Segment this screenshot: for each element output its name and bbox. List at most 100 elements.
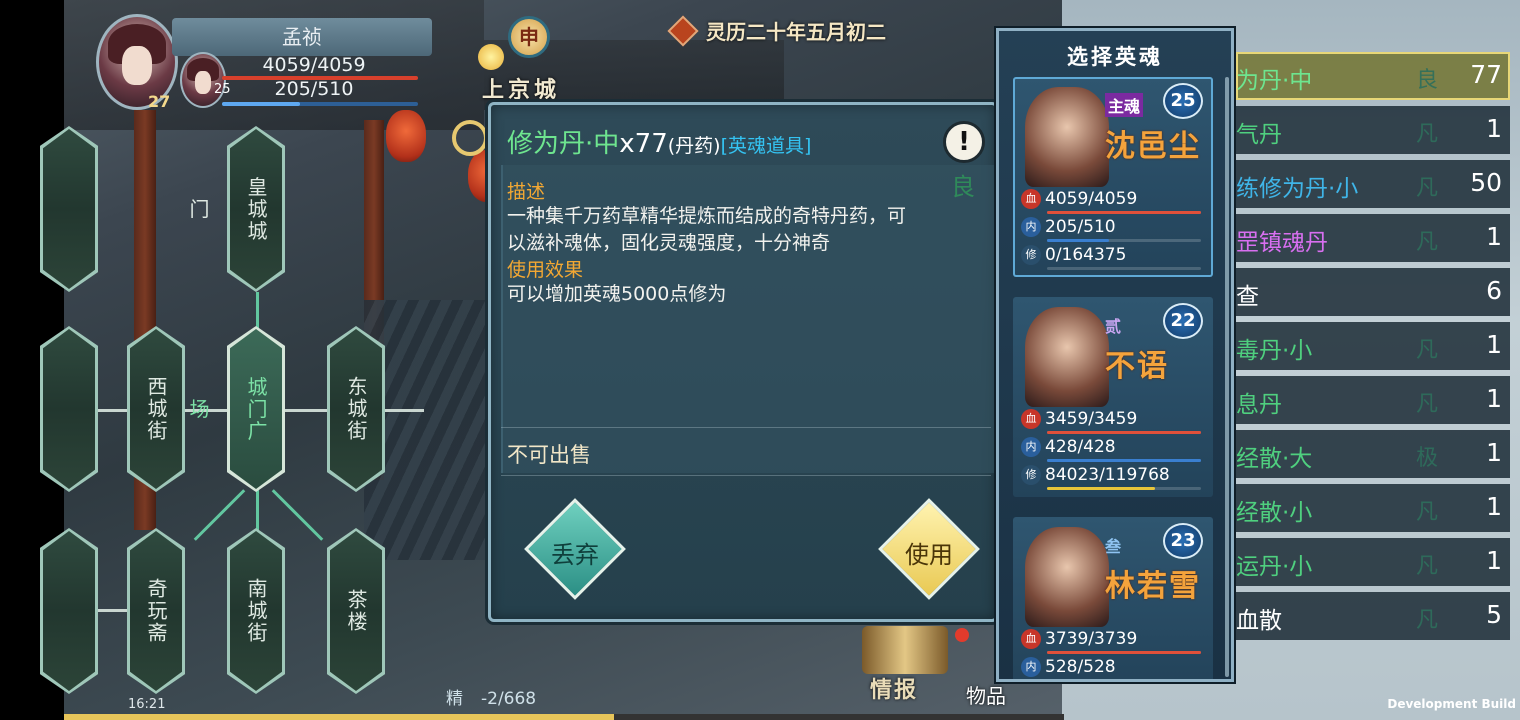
avatar-face [121,45,153,86]
hero-list-scrollbar[interactable] [1225,77,1229,677]
inventory-row[interactable]: 为丹·中 良 77 [1236,52,1510,100]
item-category: (丹药) [667,135,721,157]
inventory-row[interactable]: 经散·大 极 1 [1236,430,1510,478]
divider [501,427,991,428]
hero-tag: 主魂 [1105,93,1144,117]
inventory-item-name: 息丹 [1236,392,1282,418]
map-node-label: 皇城城门 [186,176,268,242]
player-name: 孟祯 [172,18,432,56]
inventory-item-grade: 凡 [1416,554,1439,579]
stat-bar-fill [1047,239,1109,242]
sun-icon [478,44,504,70]
blood-icon: 血 [1021,189,1041,209]
hero-panel-title: 选择英魂 [1067,44,1163,69]
inventory-item-grade: 凡 [1416,338,1439,363]
map-node-label: 东城街 [344,376,368,442]
inner-icon: 内 [1021,437,1041,457]
progress-strip [64,714,1064,720]
map-node-partial[interactable] [40,326,98,492]
use-label: 使用 [905,541,953,569]
blood-icon: 血 [1021,629,1041,649]
hero-mp: 内 528/528 [1021,657,1116,677]
search-icon[interactable] [452,120,488,156]
map-node-east-street[interactable]: 东城街 [327,326,385,492]
inventory-item-name: 经散·小 [1236,500,1313,526]
energy-value: -2/668 [481,689,537,709]
hero-select-panel: 选择英魂 主魂 25 沈邑尘 血 4059/4059 内 205/510 修 0/16… [996,28,1234,682]
location-name: 上京城 [482,77,561,103]
hero-mp-bar [1047,679,1201,682]
time-emblem-icon: 申 [508,16,550,58]
inventory-item-name: 经散·大 [1236,446,1313,472]
hero-xp: 修 84023/119768 [1021,465,1170,485]
hero-xp: 修 0/164375 [1021,245,1126,265]
inventory-row[interactable]: 气丹 凡 1 [1236,106,1510,154]
map-node-curio-shop[interactable]: 奇玩斋 [127,528,185,694]
inventory-item-qty: 77 [1470,60,1502,89]
inventory-row[interactable]: 罡镇魂丹 凡 1 [1236,214,1510,262]
inventory-row[interactable]: 查6 [1236,268,1510,316]
hero-card[interactable]: 叁 23 林若雪 血 3739/3739 内 528/528 [1013,517,1213,682]
stat-bar-fill [1047,487,1155,490]
hero-mp: 内 428/428 [1021,437,1116,457]
inventory-row[interactable]: 练修为丹·小 凡 50 [1236,160,1510,208]
items-button[interactable]: 物品 [966,680,1006,709]
info-icon[interactable]: ! [943,121,985,163]
hero-card[interactable]: 贰 22 不语 血 3459/3459 内 428/428 修 84023/11976… [1013,297,1213,497]
map-node-teahouse[interactable]: 茶楼 [327,528,385,694]
scroll-icon[interactable] [862,626,948,674]
inventory-item-grade: 凡 [1416,392,1439,417]
inventory-item-grade: 极 [1416,446,1439,471]
map-node-label: 奇玩斋 [144,578,168,644]
description-line: 以滋补魂体，固化灵魂强度，十分神奇 [507,232,831,254]
hero-xp-bar [1047,267,1201,270]
inventory-item-grade: 凡 [1416,500,1439,525]
discard-button[interactable]: 丢弃 [524,498,626,600]
hero-level: 22 [1163,303,1203,339]
stat-bar-fill [1047,431,1201,434]
inventory-item-qty: 1 [1486,438,1502,467]
hero-card[interactable]: 主魂 25 沈邑尘 血 4059/4059 内 205/510 修 0/164375 [1013,77,1213,277]
inventory-item-name: 为丹·中 [1236,68,1313,94]
season-icon [667,14,699,47]
hero-hp: 血 3739/3739 [1021,629,1137,649]
energy-display: 精 -2/668 [446,684,536,709]
hero-name: 林若雪 [1105,569,1201,604]
inventory-item-qty: 50 [1470,168,1502,197]
inventory-row[interactable]: 血散 凡 5 [1236,592,1510,640]
inventory-item-grade: 凡 [1416,176,1439,201]
map-link [256,490,259,532]
map-link [284,409,330,412]
map-node-imperial-gate[interactable]: 皇城城门 [186,126,285,292]
hero-hp-value: 3739/3739 [1045,629,1138,649]
status-clock: 16:21 [128,697,166,712]
divider [501,475,991,476]
map-node-south-street[interactable]: 南城街 [227,528,285,694]
inventory-row[interactable]: 毒丹·小 凡 1 [1236,322,1510,370]
inventory-item-qty: 1 [1486,222,1502,251]
hero-hp: 血 3459/3459 [1021,409,1137,429]
hero-hp-value: 3459/3459 [1045,409,1138,429]
inventory-row[interactable]: 息丹 凡 1 [1236,376,1510,424]
inventory-row[interactable]: 运丹·小 凡 1 [1236,538,1510,586]
inventory-item-qty: 5 [1486,600,1502,629]
inventory-item-qty: 1 [1486,114,1502,143]
hero-mp: 内 205/510 [1021,217,1116,237]
inventory-item-grade: 良 [1416,68,1439,93]
hero-portrait [1025,87,1109,187]
effect-text: 可以增加英魂5000点修为 [507,283,727,305]
notification-dot [955,628,969,642]
inventory-item-qty: 1 [1486,492,1502,521]
hero-mp-value: 428/428 [1045,437,1116,457]
map-node-partial[interactable] [40,126,98,292]
description-heading: 描述 [507,181,546,203]
use-button[interactable]: 使用 [878,498,980,600]
inner-icon: 内 [1021,657,1041,677]
map-node-partial[interactable] [40,528,98,694]
hero-xp-bar [1047,487,1201,490]
inventory-row[interactable]: 经散·小 凡 1 [1236,484,1510,532]
map-node-gate-square[interactable]: 城门广场 [186,326,285,492]
intel-button[interactable]: 情报 [870,672,918,704]
inventory-item-name: 血散 [1236,608,1282,634]
cultivation-icon: 修 [1021,245,1041,265]
